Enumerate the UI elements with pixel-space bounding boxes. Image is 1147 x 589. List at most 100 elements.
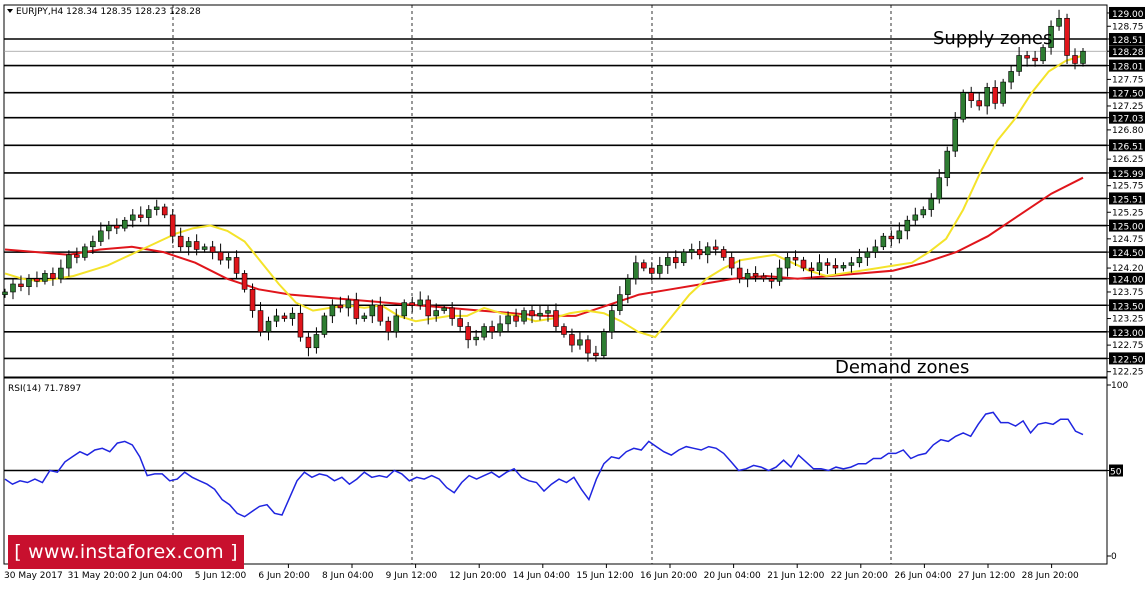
y-tick-label: 128.51 (1112, 36, 1144, 46)
y-tick-label: 123.25 (1112, 315, 1144, 325)
candle-body (505, 315, 511, 325)
rsi-title: RSI(14) 71.7897 (8, 384, 81, 394)
candle-body (313, 334, 320, 349)
rsi-tick-label: 0 (1111, 552, 1117, 562)
y-tick-label: 126.80 (1112, 126, 1144, 136)
y-tick-label: 129.00 (1112, 10, 1144, 20)
x-tick-label: 9 Jun 12:00 (386, 571, 438, 581)
x-tick-label: 15 Jun 12:00 (576, 571, 633, 581)
candle-body (561, 326, 567, 335)
candle-body (106, 225, 112, 232)
candle-body (122, 219, 128, 229)
candle-body (1072, 55, 1078, 64)
candle-body (185, 241, 192, 248)
candle-body (537, 312, 543, 317)
candle-body (241, 273, 248, 290)
candle (1000, 78, 1006, 107)
candle-body (337, 304, 344, 309)
candle-body (888, 235, 895, 240)
y-tick-label: 127.75 (1112, 75, 1144, 85)
y-tick-label: 127.50 (1112, 90, 1144, 100)
candle-body (58, 267, 64, 279)
candle (401, 299, 408, 320)
candle-body (305, 336, 312, 349)
y-tick-label: 128.01 (1112, 63, 1144, 73)
candle-body (832, 265, 839, 269)
y-tick-label: 123.00 (1112, 329, 1144, 339)
rsi-tick-label: 100 (1111, 381, 1128, 391)
instaforex-logo: [ www.instaforex.com ] (8, 535, 244, 569)
candle-body (10, 283, 16, 293)
x-tick-label: 27 Jun 12:00 (958, 571, 1015, 581)
candle-body (824, 262, 831, 266)
x-tick-label: 22 Jun 20:00 (831, 571, 888, 581)
y-tick-label: 126.25 (1112, 155, 1144, 165)
candle-body (257, 310, 264, 333)
x-tick-label: 5 Jun 12:00 (195, 571, 247, 581)
y-tick-label: 128.28 (1112, 48, 1144, 58)
rsi-tick-label: 50 (1110, 468, 1122, 478)
candle-body (457, 318, 463, 327)
y-tick-label: 124.75 (1112, 235, 1144, 245)
candle-body (50, 273, 56, 279)
candle-body (1080, 50, 1086, 64)
x-tick-label: 21 Jun 12:00 (767, 571, 824, 581)
candle-body (936, 177, 943, 200)
candle-body (74, 254, 80, 258)
candle-body (1008, 71, 1014, 83)
candle-body (409, 302, 416, 306)
candle-body (680, 251, 687, 264)
candle-body (952, 118, 959, 152)
x-tick-label: 12 Jun 20:00 (449, 571, 506, 581)
candle-body (129, 214, 136, 221)
candle-body (98, 230, 104, 242)
candle-body (1024, 55, 1030, 59)
candle-body (425, 299, 431, 317)
y-tick-label: 125.99 (1112, 170, 1144, 180)
candle-body (345, 299, 352, 309)
supply-zones-label: Supply zones (933, 28, 1052, 49)
y-tick-label: 122.75 (1112, 341, 1144, 351)
y-tick-label: 127.25 (1112, 102, 1144, 112)
candle-body (545, 310, 551, 314)
candle-body (553, 310, 559, 327)
candle-body (928, 198, 935, 210)
y-tick-label: 125.00 (1112, 223, 1144, 233)
candle-body (353, 299, 360, 319)
candle-body (968, 92, 974, 101)
candle-body (728, 257, 735, 269)
y-tick-label: 125.25 (1112, 208, 1144, 218)
candle-body (712, 246, 719, 250)
y-tick-label: 122.25 (1112, 368, 1144, 378)
candle-body (1040, 47, 1046, 62)
candle-body (177, 235, 184, 248)
candle-body (201, 246, 208, 250)
chart-svg: 129.00 128.75 128.51 128.28 128.01 127.75 127.… (2, 4, 1145, 581)
demand-zones-label: Demand zones (835, 357, 969, 378)
candle-body (577, 339, 583, 346)
candle-body (361, 315, 368, 319)
candle-body (593, 352, 599, 357)
candle-body (1032, 57, 1038, 62)
candle-body (609, 310, 615, 333)
x-tick-label: 30 May 2017 (4, 571, 63, 581)
y-tick-label: 123.75 (1112, 288, 1144, 298)
candle-body (209, 246, 216, 253)
y-tick-label: 124.20 (1112, 264, 1144, 274)
candle-body (225, 257, 232, 261)
candle (241, 270, 248, 293)
candle-body (441, 307, 447, 311)
candle-body (2, 291, 8, 295)
candle-body (329, 304, 336, 317)
candle-body (840, 265, 847, 269)
candle-body (297, 312, 304, 338)
candle-body (601, 331, 607, 357)
candle-body (1000, 81, 1006, 104)
candle-body (153, 206, 160, 210)
candle (960, 89, 966, 123)
candle-body (449, 307, 455, 319)
candle-body (657, 265, 663, 274)
candle-body (497, 323, 503, 333)
y-tick-label: 124.00 (1112, 276, 1144, 286)
candle-body (473, 336, 479, 341)
